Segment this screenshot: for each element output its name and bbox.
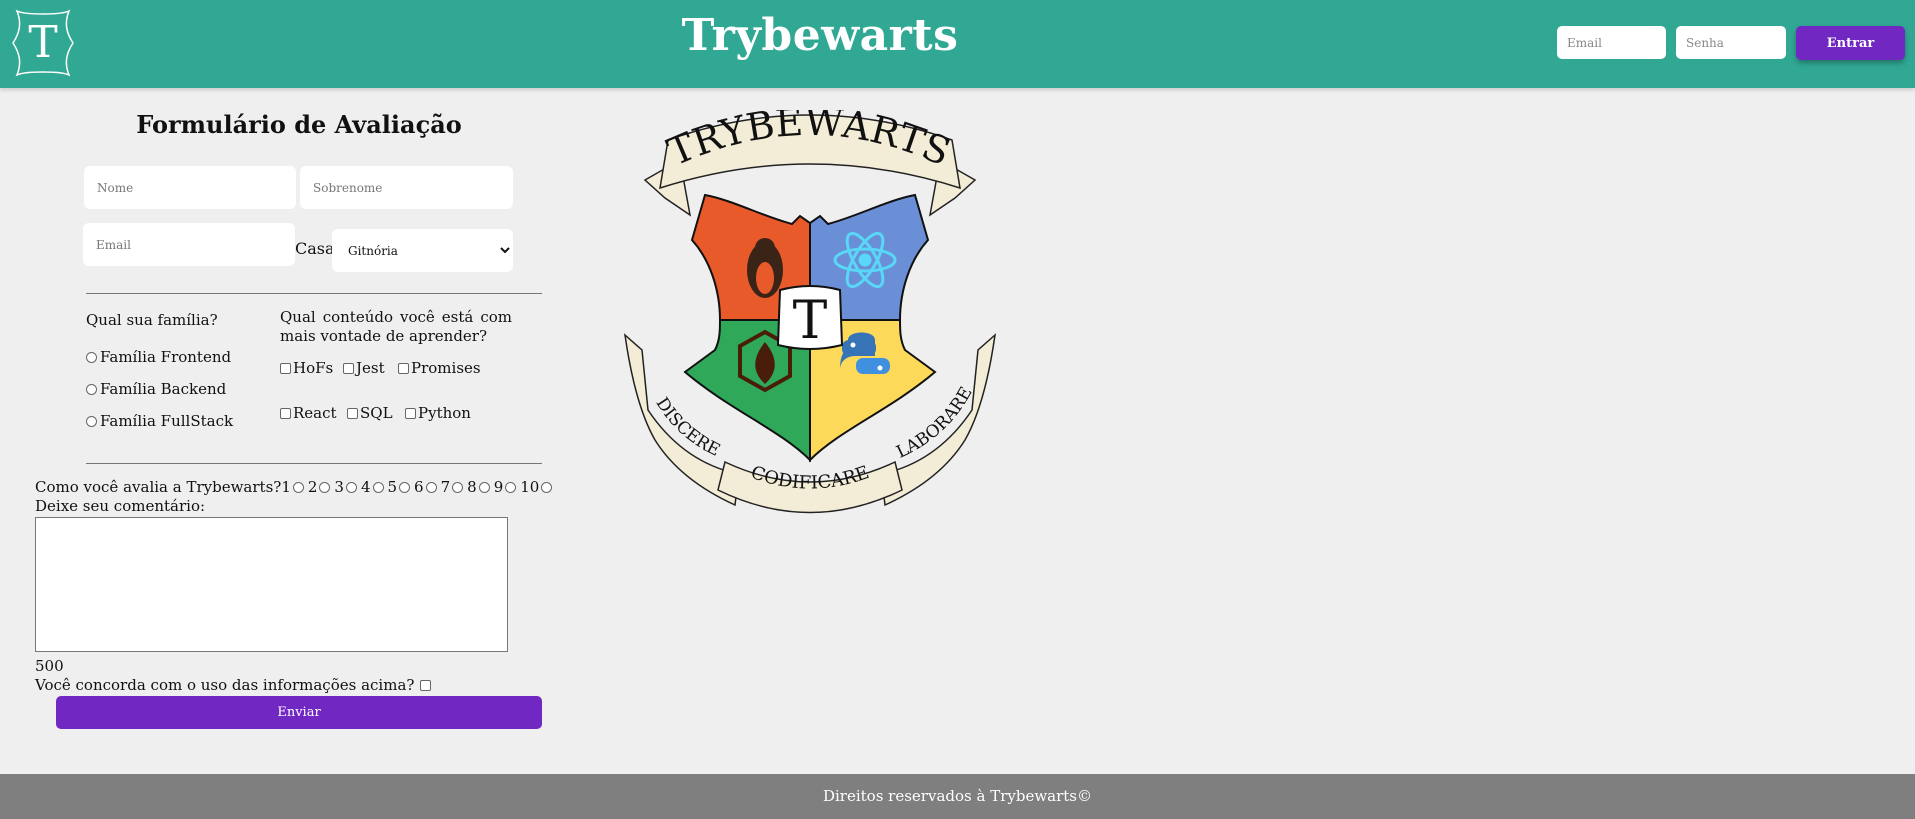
comment-label: Deixe seu comentário: [35, 497, 206, 515]
comment-textarea[interactable] [35, 517, 508, 652]
rating-radio[interactable] [399, 481, 411, 493]
house-select[interactable]: Gitnória [332, 229, 513, 272]
trybewarts-crest: TRYBEWARTS T DISCERE CODIFICARE LABORARE [623, 110, 997, 514]
family-label: Família Backend [100, 380, 227, 398]
radio-button[interactable] [86, 383, 97, 395]
rating-row: Como você avalia a Trybewarts? 1 2 3 4 5… [35, 478, 553, 496]
center-emblem: T [776, 285, 844, 351]
footer-text: Direitos reservados à Trybewarts© [822, 787, 1093, 805]
family-option[interactable]: Família Backend [86, 380, 226, 398]
lastname-input[interactable] [300, 166, 513, 209]
page-title: Trybewarts [681, 10, 959, 61]
rating-number: 1 [281, 478, 291, 496]
header: T Trybewarts Entrar [0, 0, 1915, 88]
family-label: Família Frontend [100, 348, 232, 366]
rating-number: 9 [493, 478, 504, 496]
rating-radio[interactable] [541, 481, 553, 493]
radio-button[interactable] [86, 415, 97, 427]
content-option[interactable]: Jest [343, 359, 385, 377]
checkbox[interactable] [280, 362, 291, 374]
content-label: SQL [360, 404, 393, 422]
rating-radio[interactable] [292, 481, 304, 493]
rating-radio[interactable] [372, 481, 384, 493]
content-option[interactable]: Python [405, 404, 471, 422]
content-label: HoFs [293, 359, 334, 377]
family-question: Qual sua família? [86, 311, 218, 329]
rating-number: 2 [307, 478, 318, 496]
rating-number: 7 [440, 478, 451, 496]
form-title: Formulário de Avaliação [136, 110, 462, 139]
footer: Direitos reservados à Trybewarts© [0, 774, 1915, 819]
rating-radio[interactable] [505, 481, 517, 493]
rating-number: 4 [360, 478, 371, 496]
content-label: Promises [411, 359, 481, 377]
divider [86, 293, 542, 294]
rating-number: 8 [467, 478, 477, 496]
top-banner: TRYBEWARTS [643, 110, 977, 217]
content-label: Python [418, 404, 471, 422]
email-input[interactable] [83, 223, 295, 266]
checkbox[interactable] [280, 407, 291, 419]
checkbox[interactable] [343, 362, 354, 374]
rating-radio[interactable] [452, 481, 464, 493]
rating-radio[interactable] [478, 481, 490, 493]
divider [86, 463, 542, 464]
name-input[interactable] [84, 166, 296, 209]
family-option[interactable]: Família Frontend [86, 348, 231, 366]
content-label: React [293, 404, 337, 422]
checkbox[interactable] [398, 362, 409, 374]
rating-number: 3 [334, 478, 344, 496]
login-email-input[interactable] [1557, 26, 1666, 59]
content-label: Jest [356, 359, 385, 377]
rating-radio[interactable] [425, 481, 437, 493]
rating-question: Como você avalia a Trybewarts? [35, 478, 282, 496]
content-option[interactable]: SQL [347, 404, 393, 422]
login-button[interactable]: Entrar [1796, 26, 1905, 60]
content-option[interactable]: Promises [398, 359, 481, 377]
rating-number: 5 [387, 478, 398, 496]
submit-button[interactable]: Enviar [56, 696, 542, 729]
character-counter: 500 [35, 657, 64, 675]
crest-center-letter: T [793, 291, 828, 351]
content-option[interactable]: React [280, 404, 337, 422]
radio-button[interactable] [86, 351, 97, 363]
rating-number: 10 [520, 478, 540, 496]
login-password-input[interactable] [1676, 26, 1786, 59]
agreement-label: Você concorda com o uso das informações … [35, 676, 415, 694]
checkbox[interactable] [347, 407, 358, 419]
agreement-checkbox[interactable] [420, 679, 432, 691]
family-label: Família FullStack [100, 412, 234, 430]
content-option[interactable]: HoFs [280, 359, 333, 377]
rating-radio[interactable] [345, 481, 357, 493]
agreement-row[interactable]: Você concorda com o uso das informações … [35, 676, 433, 694]
checkbox[interactable] [405, 407, 416, 419]
family-option[interactable]: Família FullStack [86, 412, 233, 430]
content-question: Qual conteúdo você está com mais vontade… [280, 308, 512, 345]
shield: T [683, 193, 937, 463]
rating-radio[interactable] [319, 481, 331, 493]
rating-number: 6 [414, 478, 424, 496]
